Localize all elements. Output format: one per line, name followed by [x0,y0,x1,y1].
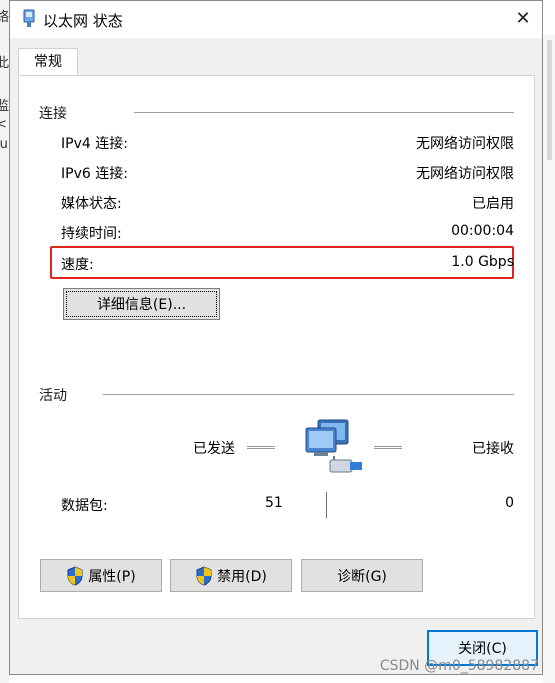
ipv6-label: IPv6 连接: [61,166,128,182]
watermark-text: CSDN @m0_58982887 [379,658,539,674]
disable-button-label: 禁用(D) [217,568,267,585]
properties-button[interactable]: 属性(P) [40,559,162,592]
tab-general[interactable]: 常规 [18,48,78,76]
background-scrollbar-thumb [547,40,552,160]
received-line [374,446,402,449]
ethernet-status-dialog: 以太网 状态 ✕ 常规 连接 IPv4 连接: 无网络访问权限 IPv6 连接:… [9,0,543,675]
packets-received-value: 0 [505,495,514,511]
media-state-value: 已启用 [472,196,514,212]
packets-divider [326,492,327,518]
section-divider [103,394,514,395]
activity-section-title: 活动 [39,388,67,404]
background-text: 络 [0,10,10,25]
background-text: lu [0,137,8,152]
ipv4-label: IPv4 连接: [61,136,128,152]
packets-label: 数据包: [61,498,108,514]
background-text: 监 [0,99,10,114]
uac-shield-icon [196,565,212,586]
details-button-label: 详细信息(E)... [96,297,187,313]
received-label: 已接收 [472,441,514,457]
ipv4-value: 无网络访问权限 [416,136,514,152]
window-title: 以太网 状态 [43,12,123,30]
background-text: 此 [0,56,10,71]
speed-value: 1.0 Gbps [451,254,514,270]
duration-value: 00:00:04 [451,223,514,239]
disable-button[interactable]: 禁用(D) [170,559,292,592]
packets-sent-value: 51 [265,495,283,511]
diagnose-button[interactable]: 诊断(G) [301,559,423,592]
sent-label: 已发送 [193,441,235,457]
close-icon[interactable]: ✕ [513,9,533,29]
close-button-label: 关闭(C) [458,641,507,657]
connection-section-title: 连接 [39,106,67,122]
speed-label: 速度: [61,257,94,273]
network-computers-icon [305,419,362,473]
background-text: < [0,117,7,132]
duration-label: 持续时间: [61,226,122,242]
network-adapter-icon [23,9,35,27]
general-panel: 连接 IPv4 连接: 无网络访问权限 IPv6 连接: 无网络访问权限 媒体状… [18,75,535,619]
speed-highlight-box [50,246,514,279]
background-window-edge: 络 此 监 < lu [0,0,9,683]
properties-button-label: 属性(P) [88,568,136,585]
uac-shield-icon [67,565,83,586]
section-divider [134,112,514,113]
title-bar: 以太网 状态 ✕ [10,1,542,38]
media-state-label: 媒体状态: [61,196,122,212]
diagnose-button-label: 诊断(G) [337,568,387,585]
sent-line [247,446,275,449]
ipv6-value: 无网络访问权限 [416,166,514,182]
background-scrollbar [543,35,555,683]
details-button[interactable]: 详细信息(E)... [63,288,220,320]
